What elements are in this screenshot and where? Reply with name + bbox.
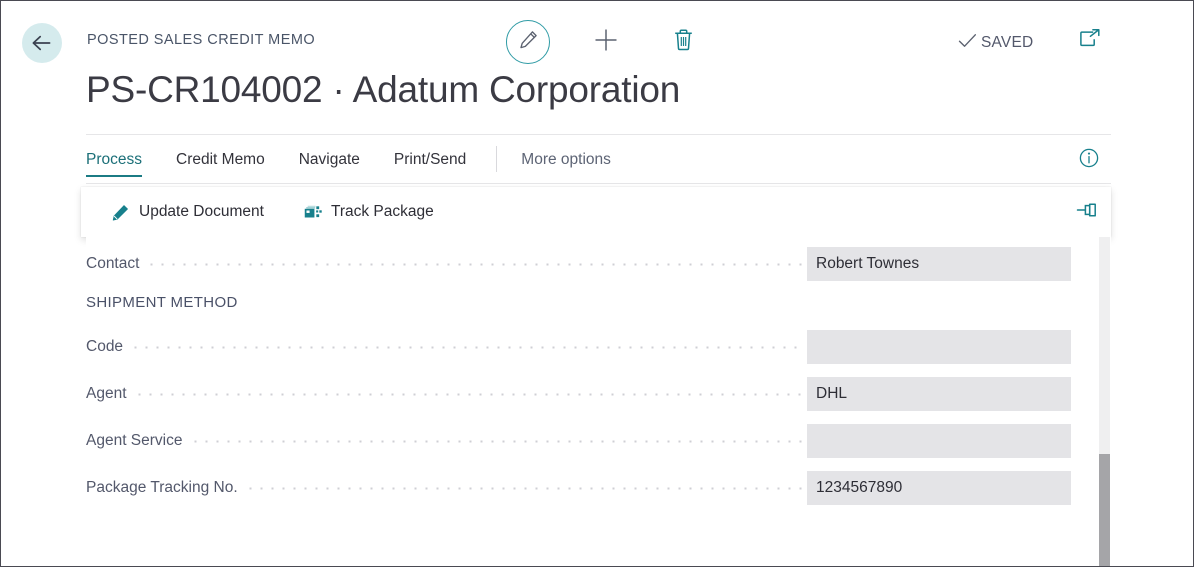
delete-button[interactable] xyxy=(665,23,701,61)
plus-icon xyxy=(593,27,619,58)
ribbon-tabstrip: Process Credit Memo Navigate Print/Send … xyxy=(86,134,1111,184)
scrollbar-thumb[interactable] xyxy=(1099,454,1110,567)
leader-dots xyxy=(245,480,803,496)
edit-button[interactable] xyxy=(506,20,550,64)
contact-field-row: Contact Robert Townes xyxy=(86,247,1071,281)
action-track-package[interactable]: Track Package xyxy=(300,187,438,237)
action-label: Update Document xyxy=(139,203,264,221)
tab-print-send[interactable]: Print/Send xyxy=(394,137,466,182)
package-tracking-no-field[interactable]: 1234567890 xyxy=(807,471,1071,505)
action-label: Track Package xyxy=(331,203,434,221)
status-badge-saved: SAVED xyxy=(957,31,1033,55)
pencil-edit-icon xyxy=(112,204,130,221)
arrow-left-icon xyxy=(31,34,53,52)
tab-process[interactable]: Process xyxy=(86,137,142,182)
open-in-new-window-button[interactable] xyxy=(1073,25,1107,57)
agent-field-row: Agent DHL xyxy=(86,377,1071,411)
pin-ribbon-button[interactable] xyxy=(1075,200,1101,224)
shipment-method-section-heading: SHIPMENT METHOD xyxy=(86,294,238,311)
code-field-row: Code xyxy=(86,330,1071,364)
checkmark-icon xyxy=(957,31,978,55)
trash-icon xyxy=(673,28,694,57)
tab-divider xyxy=(496,146,497,172)
action-dropdown-panel: Update Document Track Package xyxy=(81,187,1111,237)
package-tracking-icon xyxy=(304,203,322,221)
breadcrumb-eyebrow: POSTED SALES CREDIT MEMO xyxy=(87,32,315,48)
application-window: POSTED SALES CREDIT MEMO xyxy=(0,0,1194,567)
tab-more-options[interactable]: More options xyxy=(521,137,611,182)
agent-service-field[interactable] xyxy=(807,424,1071,458)
page-title: PS-CR104002 · Adatum Corporation xyxy=(86,69,680,111)
vertical-scrollbar[interactable] xyxy=(1099,237,1110,567)
code-field[interactable] xyxy=(807,330,1071,364)
package-tracking-no-label: Package Tracking No. xyxy=(86,479,245,497)
new-button[interactable] xyxy=(587,23,625,61)
leader-dots xyxy=(190,433,804,449)
tab-navigate[interactable]: Navigate xyxy=(299,137,360,182)
document-form: Contact Robert Townes SHIPMENT METHOD Co… xyxy=(86,237,1111,567)
leader-dots xyxy=(130,339,803,355)
leader-dots xyxy=(146,256,803,272)
contact-label: Contact xyxy=(86,255,146,273)
open-in-new-window-icon xyxy=(1078,28,1102,55)
tab-credit-memo[interactable]: Credit Memo xyxy=(176,137,265,182)
saved-label: SAVED xyxy=(981,34,1033,52)
page-header: POSTED SALES CREDIT MEMO xyxy=(1,1,1193,129)
agent-field[interactable]: DHL xyxy=(807,377,1071,411)
back-button[interactable] xyxy=(22,23,62,63)
action-update-document[interactable]: Update Document xyxy=(108,187,268,237)
agent-label: Agent xyxy=(86,385,134,403)
contact-field[interactable]: Robert Townes xyxy=(807,247,1071,281)
package-tracking-no-field-row: Package Tracking No. 1234567890 xyxy=(86,471,1071,505)
agent-service-field-row: Agent Service xyxy=(86,424,1071,458)
leader-dots xyxy=(134,386,803,402)
agent-service-label: Agent Service xyxy=(86,432,190,450)
info-button[interactable] xyxy=(1077,148,1101,172)
code-label: Code xyxy=(86,338,130,356)
pencil-icon xyxy=(518,29,539,55)
info-circle-icon xyxy=(1078,147,1100,174)
pin-icon xyxy=(1076,201,1100,224)
